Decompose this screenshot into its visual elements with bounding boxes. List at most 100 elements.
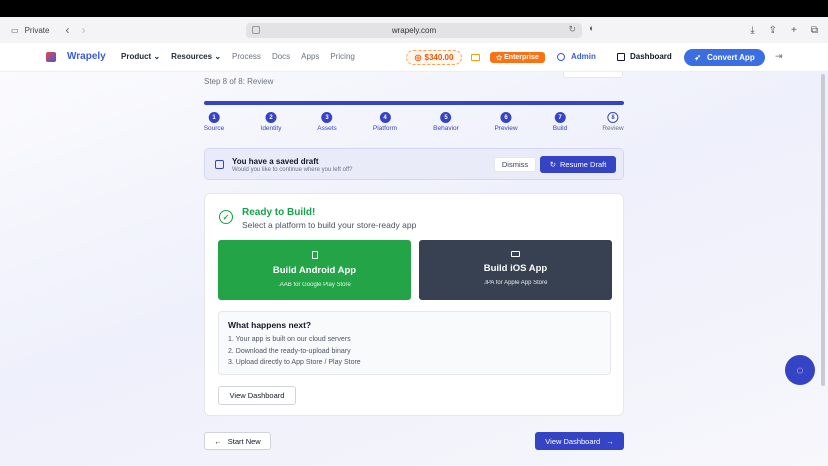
plan-badge-label: Enterprise [504, 54, 539, 61]
sidebar-toggle-icon[interactable]: ▭ [11, 26, 19, 35]
step-number: 8 [607, 112, 619, 123]
view-dashboard-primary-label: View Dashboard [545, 436, 601, 446]
nav-resources[interactable]: Resources ⌄ [171, 52, 221, 61]
logout-icon[interactable]: ⇥ [775, 51, 783, 62]
refresh-icon: ↻ [549, 160, 557, 169]
start-new-button[interactable]: ← Start New [204, 432, 271, 450]
step-review[interactable]: 8 Review [602, 112, 624, 132]
step-number: 6 [500, 112, 512, 123]
site-settings-icon[interactable] [252, 26, 260, 34]
app-navbar: Wrapely Product ⌄ Resources ⌄ Process Do… [0, 43, 828, 72]
step-number: 1 [208, 112, 220, 123]
step-build[interactable]: 7 Build [553, 112, 567, 132]
view-dashboard-primary-button[interactable]: View Dashboard → [535, 432, 624, 450]
step-source[interactable]: 1 Source [203, 112, 225, 132]
back-icon[interactable]: ‹ [65, 23, 69, 37]
step-identity[interactable]: 2 Identity [261, 112, 281, 132]
wizard-steps: 1 Source 2 Identity 3 Assets 4 Platform 5 Beh… [200, 112, 630, 136]
dashboard-icon [617, 52, 625, 61]
balance-amount: $340.00 [424, 53, 454, 62]
next-steps-title: What happens next? [228, 320, 312, 330]
admin-label: Admin [571, 52, 596, 61]
list-item: 1. Your app is built on our cloud server… [228, 336, 351, 343]
browser-toolbar: ▭ Private ‹ › wrapely.com ↻ ◐ ⤓ ⇪ + ⧉ [0, 17, 828, 43]
brand-name[interactable]: Wrapely [67, 51, 106, 62]
plan-badge: ✩ Enterprise [490, 52, 545, 63]
progress-bar [204, 101, 624, 105]
view-dashboard-button[interactable]: View Dashboard [218, 386, 296, 405]
star-icon: ✩ [496, 54, 503, 62]
ready-title: Ready to Build! [242, 207, 316, 218]
check-circle-icon: ✓ [219, 210, 233, 224]
step-number: 2 [265, 112, 277, 123]
step-label: Behavior [433, 125, 459, 132]
convert-app-label: Convert App [707, 53, 755, 62]
step-label: Source [203, 125, 225, 132]
browser-left-controls: ▭ Private ‹ › [11, 17, 85, 43]
step-platform[interactable]: 4 Platform [373, 112, 397, 132]
step-behavior[interactable]: 5 Behavior [433, 112, 459, 132]
chat-button[interactable]: ◌ [785, 355, 815, 385]
nav-docs[interactable]: Docs [272, 52, 290, 61]
resume-draft-button[interactable]: ↻ Resume Draft [540, 156, 616, 173]
step-label: Review [602, 125, 624, 132]
step-label: Preview [494, 125, 518, 132]
step-preview[interactable]: 6 Preview [494, 112, 518, 132]
step-number: 3 [321, 112, 333, 123]
draft-title: You have a saved draft [232, 157, 319, 166]
balance-pill[interactable]: ◎ $340.00 [406, 50, 462, 65]
step-number: 4 [379, 112, 391, 123]
admin-icon [557, 52, 565, 61]
build-card: ✓ Ready to Build! Select a platform to b… [204, 193, 624, 416]
build-android-subtitle: .AAB for Google Play Store [278, 282, 351, 288]
privacy-shield-icon[interactable]: ◐ [589, 23, 594, 33]
tabs-overview-icon[interactable]: ⧉ [811, 25, 818, 36]
save-icon [215, 160, 224, 169]
nav-pricing[interactable]: Pricing [330, 52, 354, 61]
dashboard-link[interactable]: Dashboard [617, 52, 672, 61]
chevron-down-icon: ⌄ [153, 52, 161, 61]
forward-icon[interactable]: › [81, 23, 85, 37]
step-assets[interactable]: 3 Assets [317, 112, 337, 132]
new-tab-icon[interactable]: + [791, 25, 797, 36]
download-icon[interactable]: ⤓ [750, 25, 754, 36]
step-label: Build [552, 125, 568, 132]
nav-apps[interactable]: Apps [301, 52, 319, 61]
dismiss-button[interactable]: Dismiss [494, 157, 536, 172]
step-number: 7 [554, 112, 566, 123]
monitor-icon [511, 251, 520, 257]
step-number: 5 [440, 112, 452, 123]
step-label: Platform [372, 125, 398, 132]
nav-product[interactable]: Product ⌄ [121, 52, 160, 61]
admin-link[interactable]: Admin [557, 52, 596, 61]
share-icon[interactable]: ⇪ [769, 25, 777, 36]
url-text: wrapely.com [391, 26, 437, 35]
build-ios-subtitle: .IPA for Apple App Store [483, 280, 548, 286]
resume-draft-label: Resume Draft [560, 160, 607, 169]
coins-icon: ◎ [414, 53, 422, 62]
nav-resources-label: Resources [171, 52, 213, 61]
build-ios-button[interactable]: Build iOS App .IPA for Apple App Store [419, 240, 612, 300]
scrollbar[interactable] [821, 74, 825, 386]
arrow-left-icon: ← [214, 436, 222, 446]
credit-card-icon[interactable] [471, 54, 480, 61]
build-android-title: Build Android App [272, 265, 357, 276]
build-android-button[interactable]: Build Android App .AAB for Google Play S… [218, 240, 411, 300]
build-ios-title: Build iOS App [483, 263, 548, 274]
arrow-right-icon: → [606, 436, 614, 446]
nav-links: Product ⌄ Resources ⌄ Process Docs Apps … [121, 52, 355, 61]
ready-subtitle: Select a platform to build your store-re… [242, 220, 417, 230]
browser-right-controls: ⤓ ⇪ + ⧉ [750, 17, 818, 43]
smartphone-icon [311, 251, 318, 259]
reload-icon[interactable]: ↻ [568, 24, 576, 35]
chat-bubble-icon: ◌ [796, 363, 804, 377]
list-item: 2. Download the ready-to-upload binary [228, 347, 351, 355]
private-mode-label: Private [24, 25, 50, 35]
rocket-icon: ➶ [694, 53, 701, 62]
nav-process[interactable]: Process [232, 52, 261, 61]
address-bar[interactable]: wrapely.com ↻ [246, 23, 582, 38]
convert-app-button[interactable]: ➶ Convert App [684, 49, 765, 66]
logo-icon[interactable] [46, 52, 56, 62]
saved-draft-banner: You have a saved draft Would you like to… [204, 148, 624, 180]
step-label: Assets [317, 125, 337, 132]
